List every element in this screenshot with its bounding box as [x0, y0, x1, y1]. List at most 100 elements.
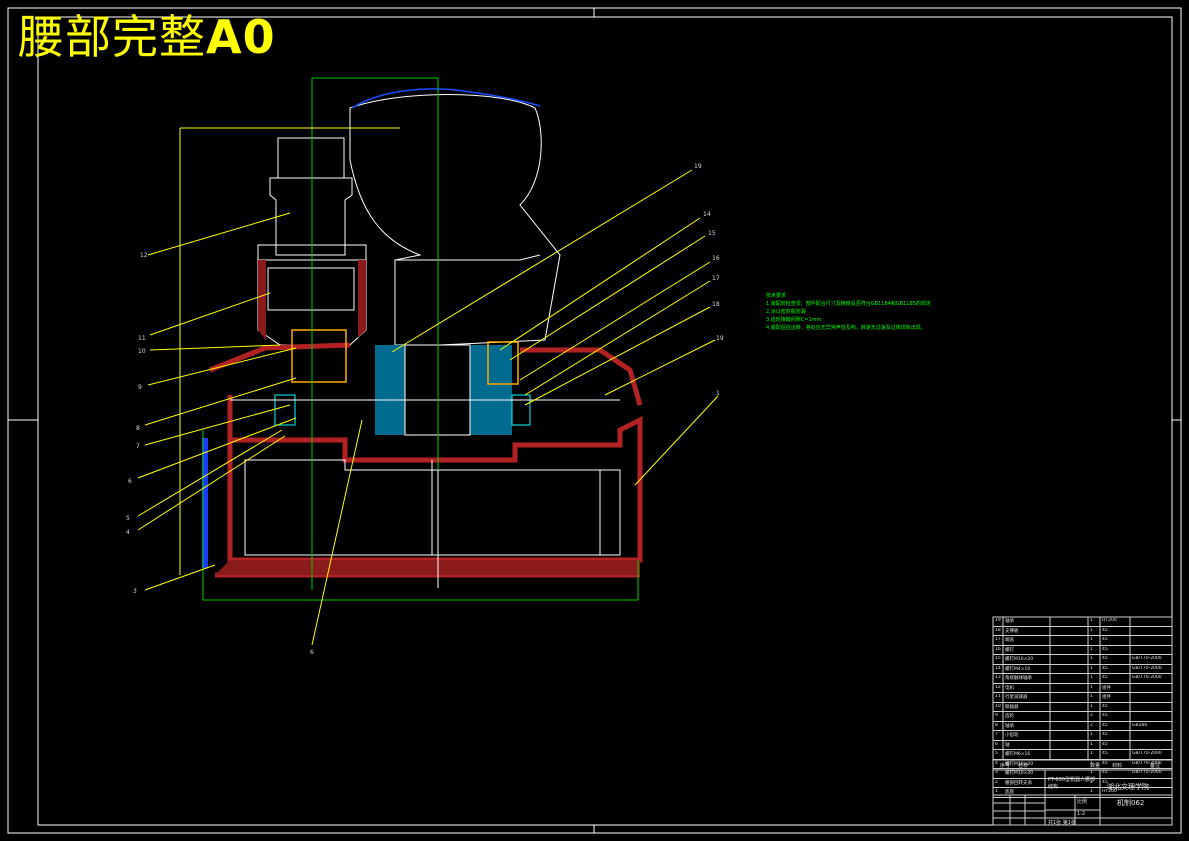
part-label: 12 [140, 252, 148, 259]
header-no: 序号 [1000, 763, 1011, 769]
part-label: 14 [703, 211, 711, 218]
bom-row: 9 齿轮 2 45 [993, 712, 1172, 722]
bill-of-materials: 19 轴承 1 HT200 18 支撑板 1 45 17 端盖 1 45 16 螺钉 1 45 15 螺钉M10×… [993, 617, 1172, 798]
bom-cell-mat: 45 [1102, 675, 1108, 680]
dimension-lines [179, 127, 400, 575]
bom-row: 15 螺钉M10×20 1 45 GB/T70-2000 [993, 655, 1172, 665]
bom-cell-name: 螺钉M6×16 [1005, 752, 1031, 757]
bom-row: 8 轴承 2 45 GB286 [993, 722, 1172, 731]
bom-cell-qty: 1 [1090, 741, 1093, 747]
bom-cell-qty: 1 [1090, 665, 1093, 671]
bom-cell-name: 联轴器 [1005, 704, 1019, 710]
bom-cell-std: GB286 [1132, 722, 1148, 728]
part-label: 6 [128, 478, 132, 485]
bom-cell-name: 行星减速器 [1005, 695, 1028, 700]
bom-cell-qty: 1 [1090, 694, 1093, 699]
bom-cell-mat: 45 [1102, 741, 1108, 747]
bom-row: 17 端盖 1 45 [993, 636, 1172, 646]
bom-cell-no: 14 [995, 665, 1001, 671]
base-plate [215, 560, 640, 575]
bom-row: 13 角接触球轴承 1 45 GB/T70-2000 [993, 674, 1172, 684]
bom-cell-mat: 组件 [1102, 695, 1111, 700]
technical-requirements: 技术要求 1.装配前检查零、部件配合尺寸及精度是否符合GB1184和GB1185… [766, 292, 931, 332]
part-label: 6 [310, 649, 314, 656]
part-label: 17 [712, 275, 720, 282]
bom-cell-no: 10 [995, 703, 1001, 709]
bom-cell-no: 15 [995, 656, 1001, 661]
bom-cell-no: 12 [995, 684, 1001, 690]
bom-cell-name: 轴承 [1005, 619, 1014, 624]
bom-row: 19 轴承 1 HT200 [993, 617, 1172, 627]
bom-cell-qty: 1 [1090, 703, 1093, 709]
bom-cell-mat: 45 [1102, 703, 1108, 709]
bom-row: 14 螺钉M4×10 1 45 GB/T70-2000 [993, 665, 1172, 674]
bom-cell-qty: 1 [1090, 656, 1093, 661]
bom-cell-qty: 1 [1090, 675, 1093, 680]
bom-cell-no: 1 [995, 789, 998, 794]
bom-cell-qty: 2 [1090, 722, 1093, 728]
bom-cell-mat: 45 [1102, 713, 1108, 718]
bom-row: 6 轴 1 45 [993, 741, 1172, 750]
part-label: 1 [716, 390, 720, 397]
bom-cell-name: 螺钉 [1005, 647, 1014, 653]
header-qty: 数量 [1090, 763, 1101, 769]
bom-cell-qty: 1 [1090, 646, 1093, 652]
bom-cell-qty: 1 [1090, 770, 1093, 775]
part-label: 9 [138, 384, 142, 391]
tech-line: 1.装配前检查零、部件配合尺寸及精度是否符合GB1184和GB1185的规定 [766, 301, 931, 307]
bom-cell-mat: 45 [1102, 637, 1108, 642]
bom-cell-std: GB/T70-2000 [1132, 656, 1162, 661]
bom-cell-name: 底座 [1005, 790, 1014, 795]
sheet-count: 共1张 第1张 [1048, 820, 1076, 826]
hub-left [375, 345, 405, 435]
bom-cell-name: 角接触球轴承 [1005, 676, 1032, 681]
bom-cell-mat: 45 [1102, 646, 1108, 652]
tech-heading: 技术要求 [766, 293, 787, 299]
part-label: 8 [136, 425, 140, 432]
bom-cell-no: 17 [995, 637, 1001, 642]
bom-row: 16 螺钉 1 45 [993, 646, 1172, 655]
tech-line: 4.装配后应运转，各处应无异常声音及响，转速无过速及过热现象出现。 [766, 325, 926, 331]
bom-cell-mat: 45 [1102, 732, 1108, 737]
bom-cell-name: 轴承 [1005, 723, 1014, 729]
design-name: PT-600型机器人腰部结构 [1048, 777, 1095, 790]
header-std: 备注 [1150, 763, 1161, 769]
part-label: 11 [138, 335, 146, 342]
bom-cell-qty: 1 [1090, 732, 1093, 737]
bom-cell-name: 腰部回转支承 [1005, 780, 1032, 786]
bom-cell-qty: 1 [1090, 618, 1093, 623]
bom-row: 11 行星减速器 1 组件 [993, 693, 1172, 703]
scale-value: 1:2 [1077, 811, 1086, 817]
bom-cell-name: 轴 [1005, 742, 1010, 748]
bom-row: 18 支撑板 1 45 [993, 627, 1172, 636]
bom-cell-mat: 45 [1102, 770, 1108, 775]
bom-cell-mat: 45 [1102, 627, 1108, 633]
header-mat: 材料 [1112, 763, 1123, 769]
part-label: 19 [694, 163, 702, 170]
part-label: 15 [708, 230, 716, 237]
header-name: 名称 [1018, 763, 1029, 769]
bom-cell-mat: HT200 [1102, 618, 1117, 623]
part-label: 7 [136, 443, 140, 450]
blue-profile-curve [351, 88, 541, 109]
bom-cell-no: 18 [995, 627, 1001, 633]
bom-cell-no: 2 [995, 779, 998, 785]
upper-arm-outline [349, 94, 561, 346]
bom-cell-name: 端盖 [1005, 638, 1014, 643]
bom-cell-no: 8 [995, 722, 998, 728]
bom-cell-mat: 45 [1102, 665, 1108, 671]
bom-row: 12 电机 1 组件 [993, 684, 1172, 693]
bom-row: 7 小齿轮 1 45 [993, 731, 1172, 741]
bom-cell-name: 螺钉M10×40 [1005, 771, 1034, 776]
bom-cell-qty: 1 [1090, 627, 1093, 633]
bom-cell-mat: 45 [1102, 722, 1108, 728]
bom-cell-std: GB/T70-2000 [1132, 665, 1162, 671]
title-cjk: 腰部完整 [18, 10, 206, 64]
bom-cell-no: 6 [995, 741, 998, 747]
hub-right [470, 345, 512, 435]
bom-cell-no: 16 [995, 646, 1001, 652]
bom-cell-name: 支撑板 [1005, 628, 1019, 634]
bom-cell-qty: 1 [1090, 684, 1093, 690]
bom-cell-no: 19 [995, 618, 1001, 623]
bom-cell-no: 7 [995, 732, 998, 737]
